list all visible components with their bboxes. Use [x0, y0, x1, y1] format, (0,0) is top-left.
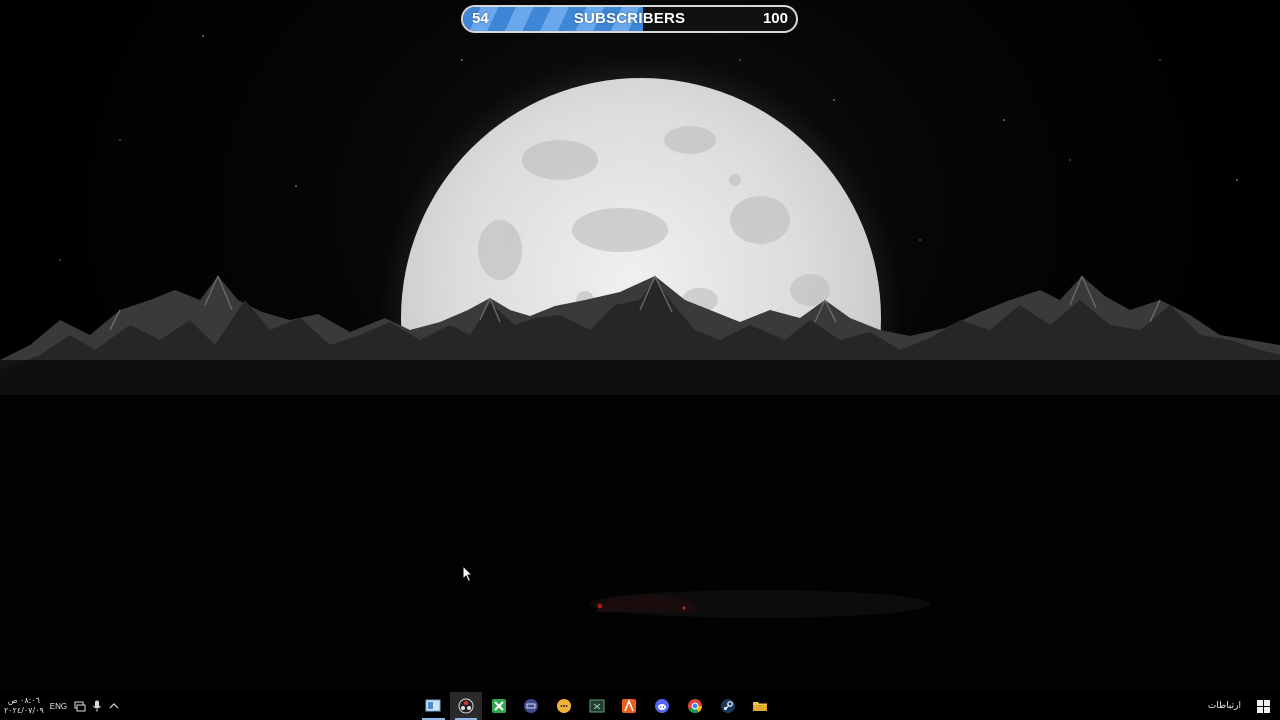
terminal-icon [589, 699, 605, 713]
clock-date: ٢٠٢٤/٠٧/٠٩ [4, 706, 44, 715]
taskbar-app-affinity[interactable] [613, 692, 646, 720]
taskbar: ٠٨:٠٦ ص ٢٠٢٤/٠٧/٠٩ ENG ارتباطات [0, 692, 1280, 720]
language-indicator[interactable]: ENG [50, 702, 67, 711]
file-manager-icon [425, 699, 441, 712]
chevron-up-icon[interactable] [107, 699, 121, 713]
taskbar-app-keyboard[interactable] [515, 692, 548, 720]
clock[interactable]: ٠٨:٠٦ ص ٢٠٢٤/٠٧/٠٩ [4, 696, 44, 716]
discord-icon [655, 699, 670, 713]
taskbar-app-xbox[interactable] [482, 692, 515, 720]
network-icon[interactable] [73, 699, 87, 713]
keyboard-app-icon [524, 699, 539, 713]
taskbar-apps [417, 692, 777, 720]
connections-label[interactable]: ارتباطات [1208, 701, 1241, 711]
file-explorer-icon [753, 702, 768, 711]
microphone-icon[interactable] [90, 699, 104, 713]
taskbar-app-file-explorer[interactable] [744, 692, 777, 720]
taskbar-app-steam[interactable] [711, 692, 744, 720]
taskbar-app-file-manager[interactable] [417, 692, 450, 720]
wallpaper [0, 35, 1280, 720]
obs-icon [458, 698, 474, 714]
clock-time: ٠٨:٠٦ ص [7, 696, 40, 705]
subscriber-progress-widget: 54 SUBSCRIBERS 100 [461, 5, 798, 33]
taskbar-right: ارتباطات [1208, 692, 1270, 720]
chrome-icon [687, 699, 702, 714]
subscriber-label: SUBSCRIBERS [573, 10, 686, 27]
steam-icon [720, 699, 735, 713]
taskbar-app-messenger[interactable] [548, 692, 581, 720]
taskbar-app-discord[interactable] [646, 692, 679, 720]
taskbar-app-terminal[interactable] [580, 692, 613, 720]
affinity-icon [622, 698, 637, 713]
taskbar-app-chrome[interactable] [679, 692, 712, 720]
taskbar-app-obs[interactable] [449, 692, 483, 720]
foreground-darkness [0, 395, 1280, 720]
messenger-icon [557, 699, 572, 713]
xbox-icon [491, 699, 506, 713]
car-silhouette [590, 590, 930, 618]
subscriber-goal-count: 100 [762, 10, 788, 27]
windows-start-icon[interactable] [1257, 699, 1270, 713]
mouse-cursor-icon [462, 565, 474, 583]
system-tray: ٠٨:٠٦ ص ٢٠٢٤/٠٧/٠٩ ENG [4, 692, 124, 720]
desktop[interactable]: 54 SUBSCRIBERS 100 ٠٨:٠٦ ص ٢٠٢٤/٠٧/٠٩ EN… [0, 0, 1280, 720]
